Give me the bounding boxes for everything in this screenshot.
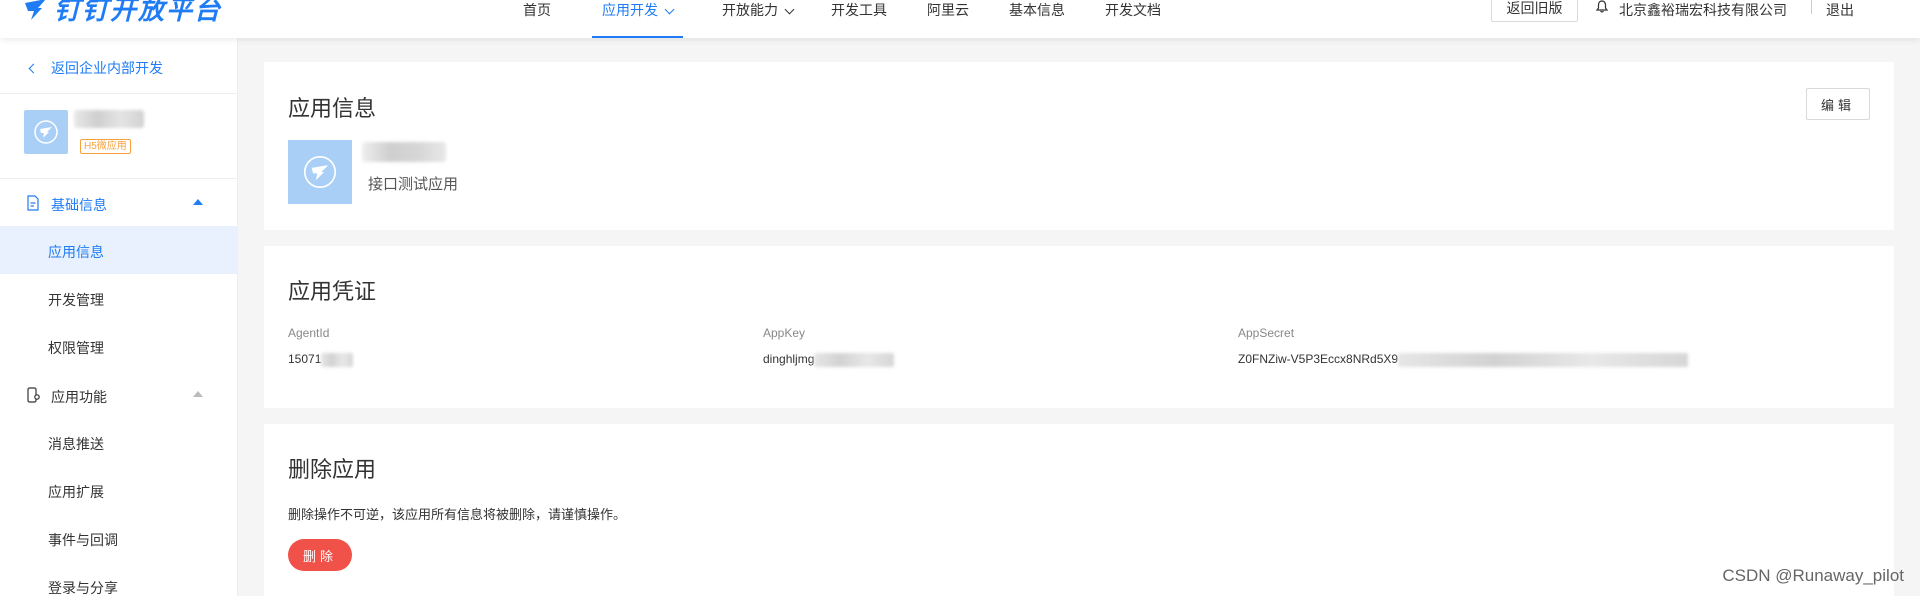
sidebar: 返回企业内部开发 H5微应用 基础信息 应用信息 开发管理 权限管理 应用功能 … (0, 38, 238, 596)
bell-icon[interactable] (1596, 0, 1608, 13)
appkey-value[interactable]: dinghljmg (763, 352, 895, 367)
delete-app-card: 删除应用 删除操作不可逆，该应用所有信息将被删除，请谨慎操作。 删除 (264, 424, 1894, 596)
document-icon (27, 195, 39, 211)
agentid-text: 15071 (288, 352, 322, 366)
nav-aliyun[interactable]: 阿里云 (927, 0, 969, 38)
divider (0, 178, 238, 179)
delete-app-button[interactable]: 删除 (288, 539, 352, 571)
divider (1811, 0, 1812, 14)
sidebar-group-label: 基础信息 (51, 197, 107, 213)
sidebar-item-login-share[interactable]: 登录与分享 (0, 562, 238, 596)
sidebar-item-app-extension[interactable]: 应用扩展 (0, 466, 238, 514)
sidebar-group-app-features[interactable]: 应用功能 (0, 375, 238, 415)
app-info-title: 应用信息 (288, 96, 377, 121)
delete-app-title: 删除应用 (288, 457, 377, 482)
sidebar-item-label: 消息推送 (48, 436, 104, 452)
nav-dev-tools[interactable]: 开发工具 (831, 0, 887, 38)
dingtalk-logo[interactable]: 钉钉开放平台 (22, 0, 222, 27)
nav-dev-docs[interactable]: 开发文档 (1105, 0, 1161, 38)
app-logo-icon (303, 155, 337, 189)
sidebar-item-label: 登录与分享 (48, 580, 118, 596)
sidebar-item-label: 事件与回调 (48, 532, 118, 548)
nav-open-capability-label: 开放能力 (722, 2, 778, 18)
dingtalk-logo-icon (25, 0, 45, 20)
logout-link[interactable]: 退出 (1826, 0, 1854, 20)
sidebar-item-label: 应用信息 (48, 244, 104, 260)
nav-home-label: 首页 (523, 2, 551, 18)
appsecret-text: Z0FNZiw-V5P3Eccx8NRd5X9 (1238, 352, 1399, 366)
chevron-left-icon (28, 63, 39, 73)
chevron-down-icon (784, 4, 795, 15)
nav-open-capability[interactable]: 开放能力 (722, 0, 795, 38)
sidebar-item-message-push[interactable]: 消息推送 (0, 418, 238, 466)
sidebar-group-basic-info[interactable]: 基础信息 (0, 183, 238, 223)
back-label: 返回企业内部开发 (51, 60, 163, 76)
app-credentials-card: 应用凭证 AgentId 15071 AppKey dinghljmg AppS… (264, 246, 1894, 408)
csdn-watermark: CSDN @Runaway_pilot (1722, 566, 1904, 585)
edit-button[interactable]: 编辑 (1806, 88, 1870, 120)
sidebar-item-label: 开发管理 (48, 292, 104, 308)
nav-app-dev[interactable]: 应用开发 (592, 0, 683, 38)
agentid-value[interactable]: 15071 (288, 352, 354, 367)
app-info-card: 应用信息 编辑 接口测试应用 (264, 62, 1894, 230)
nav-aliyun-label: 阿里云 (927, 2, 969, 18)
appkey-text: dinghljmg (763, 352, 815, 366)
credentials-title: 应用凭证 (288, 279, 377, 304)
app-icon-large (288, 140, 352, 204)
return-old-version-button[interactable]: 返回旧版 (1491, 0, 1578, 22)
sidebar-item-permission-management[interactable]: 权限管理 (0, 322, 238, 370)
appkey-label: AppKey (763, 326, 806, 340)
nav-home[interactable]: 首页 (523, 0, 551, 38)
redacted-block (321, 352, 354, 367)
top-navigation-bar: 钉钉开放平台 首页 应用开发 开放能力 开发工具 阿里云 基本信息 开发文档 返… (0, 0, 1920, 38)
redacted-block (1398, 352, 1689, 367)
app-icon (24, 110, 68, 154)
nav-app-dev-label: 应用开发 (602, 2, 658, 18)
app-description: 接口测试应用 (368, 176, 459, 193)
caret-up-icon (193, 391, 203, 397)
sidebar-item-label: 应用扩展 (48, 484, 104, 500)
nav-dev-tools-label: 开发工具 (831, 2, 887, 18)
app-logo-icon (34, 120, 58, 144)
mobile-settings-icon (27, 387, 40, 403)
redacted-block (814, 352, 895, 367)
sidebar-item-dev-management[interactable]: 开发管理 (0, 274, 238, 322)
appsecret-label: AppSecret (1238, 326, 1295, 340)
caret-up-icon (193, 199, 203, 205)
chevron-down-icon (664, 4, 675, 15)
sidebar-group-label: 应用功能 (51, 389, 107, 405)
agentid-label: AgentId (288, 326, 330, 340)
company-name[interactable]: 北京鑫裕瑞宏科技有限公司 (1619, 0, 1787, 20)
app-type-badge: H5微应用 (80, 139, 131, 154)
sidebar-item-label: 权限管理 (48, 340, 104, 356)
delete-warning-text: 删除操作不可逆，该应用所有信息将被删除，请谨慎操作。 (288, 507, 627, 522)
nav-basic-info[interactable]: 基本信息 (1009, 0, 1065, 38)
nav-basic-info-label: 基本信息 (1009, 2, 1065, 18)
back-to-internal-dev-link[interactable]: 返回企业内部开发 (28, 58, 163, 78)
logo-text: 钉钉开放平台 (54, 0, 223, 25)
appsecret-value[interactable]: Z0FNZiw-V5P3Eccx8NRd5X9 (1238, 352, 1689, 367)
sidebar-item-app-info[interactable]: 应用信息 (0, 226, 238, 274)
app-summary: H5微应用 (24, 110, 144, 154)
divider (0, 93, 238, 94)
app-name-redacted (362, 142, 446, 162)
app-name-redacted (74, 110, 144, 128)
sidebar-item-events-callbacks[interactable]: 事件与回调 (0, 514, 238, 562)
nav-dev-docs-label: 开发文档 (1105, 2, 1161, 18)
